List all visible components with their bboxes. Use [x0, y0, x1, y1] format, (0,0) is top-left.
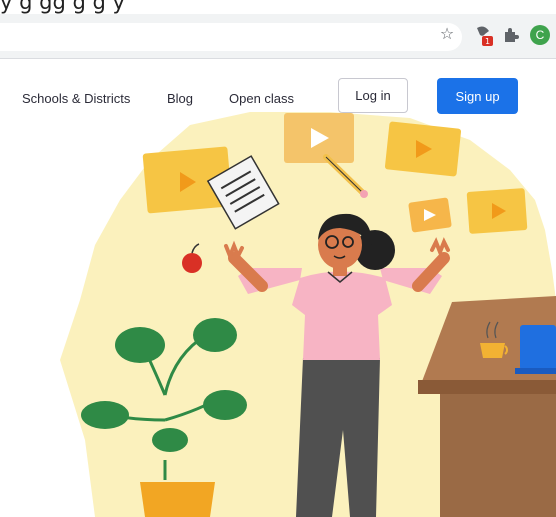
address-bar[interactable] — [0, 23, 462, 51]
video-folder-icon — [384, 121, 462, 177]
video-folder-icon — [408, 197, 452, 233]
extension-badge: 1 — [485, 37, 490, 46]
bookmark-star-icon[interactable]: ☆ — [438, 26, 456, 44]
video-folder-icon — [466, 188, 528, 234]
video-folder-icon — [284, 113, 354, 163]
cropped-caption: y g gg g g y — [0, 0, 125, 14]
browser-toolbar: ☆ 1 C — [0, 14, 556, 59]
puzzle-icon[interactable] — [502, 26, 520, 44]
profile-avatar[interactable]: C — [530, 25, 550, 45]
hero-illustration — [60, 112, 556, 517]
extension-icon[interactable]: 1 — [474, 25, 494, 47]
